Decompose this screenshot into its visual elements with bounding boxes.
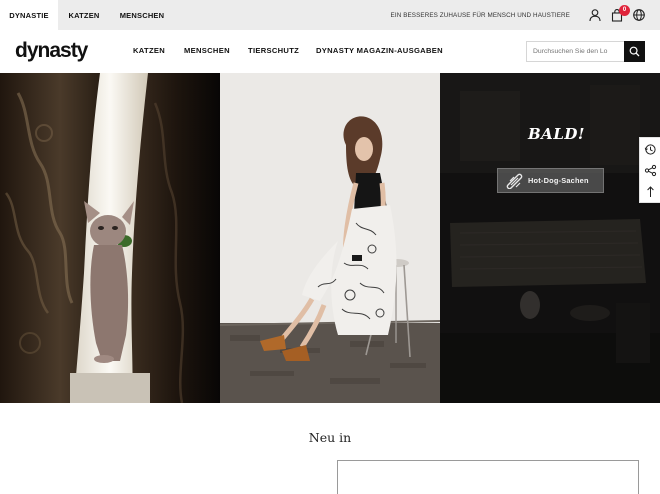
top-utility-bar: DYNASTIE KATZEN MENSCHEN EIN BESSERES ZU… (0, 0, 660, 30)
recently-viewed-icon[interactable] (644, 143, 657, 156)
search-input[interactable] (526, 41, 624, 62)
search-button[interactable] (624, 41, 645, 62)
nav-item-tierschutz[interactable]: TIERSCHUTZ (248, 46, 299, 55)
section-title-neu-in: Neu in (308, 430, 352, 445)
cat-curtain-image (0, 73, 220, 403)
tab-dynastie[interactable]: DYNASTIE (0, 0, 58, 30)
dark-room-image (440, 73, 660, 403)
nav-item-katzen[interactable]: KATZEN (133, 46, 165, 55)
coming-soon-heading: BALD! (528, 125, 585, 143)
hero-panel-cat[interactable] (0, 73, 220, 403)
tab-katzen[interactable]: KATZEN (58, 0, 110, 30)
hotdog-label: Hot-Dog-Sachen (528, 176, 589, 185)
back-to-top-icon[interactable] (644, 185, 657, 198)
floating-side-toolbar (639, 137, 660, 203)
main-header: dynasty KATZEN MENSCHEN TIERSCHUTZ DYNAS… (0, 30, 660, 73)
header-slogan: EIN BESSERES ZUHAUSE FÜR MENSCH UND HAUS… (390, 12, 570, 19)
nav-item-magazin[interactable]: DYNASTY MAGAZIN-AUSGABEN (316, 46, 443, 55)
hotdog-icon (506, 173, 523, 189)
hero-panel-woman[interactable] (220, 73, 440, 403)
cart-count-badge: 0 (619, 5, 630, 16)
product-card[interactable] (337, 460, 639, 494)
share-icon[interactable] (644, 164, 657, 177)
hotdog-category-button[interactable]: Hot-Dog-Sachen (497, 168, 604, 193)
site-logo[interactable]: dynasty (15, 39, 88, 63)
woman-dress-image (220, 73, 440, 403)
nav-item-menschen[interactable]: MENSCHEN (184, 46, 230, 55)
hero-banner: BALD! Hot-Dog-Sachen (0, 73, 660, 403)
user-icon[interactable] (588, 8, 602, 22)
tab-menschen[interactable]: MENSCHEN (110, 0, 174, 30)
hero-panel-room[interactable]: BALD! Hot-Dog-Sachen (440, 73, 660, 403)
globe-icon[interactable] (632, 8, 646, 22)
search-icon (629, 46, 640, 57)
